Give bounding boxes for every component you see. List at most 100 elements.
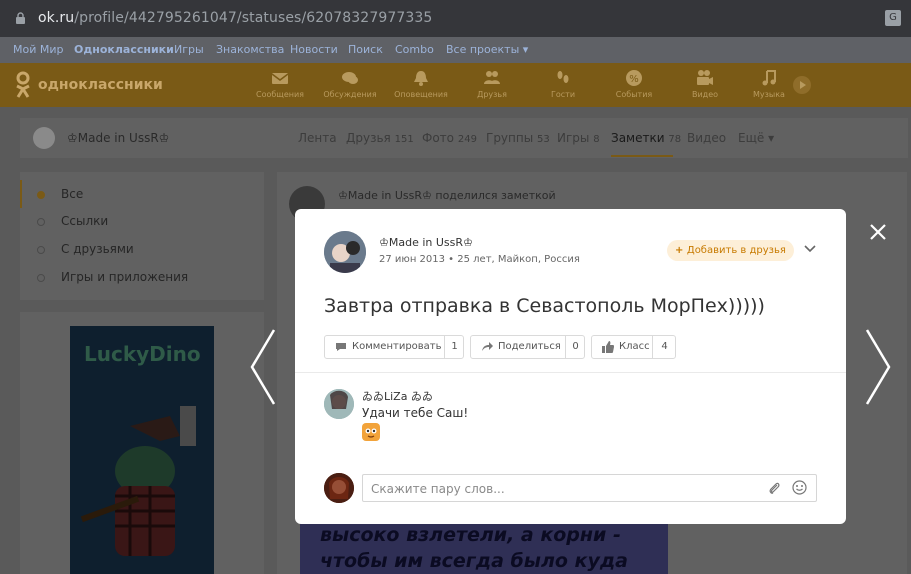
note-text: Завтра отправка в Севастополь МорПех))))…	[324, 295, 765, 317]
toolbar-label: Друзья	[477, 90, 507, 99]
toolbar-label: Видео	[691, 90, 719, 99]
filter-links[interactable]: Ссылки	[37, 214, 108, 228]
radio-dot-icon	[37, 245, 45, 254]
chat-icon	[342, 72, 358, 84]
thumbs-up-icon	[602, 341, 614, 353]
translate-icon[interactable]: G	[885, 10, 901, 26]
portal-link[interactable]: Мой Мир	[13, 43, 64, 56]
portal-link[interactable]: Поиск	[348, 43, 383, 56]
close-icon[interactable]	[868, 222, 888, 242]
active-tab-indicator	[611, 155, 673, 157]
avatar-photo-icon	[324, 473, 354, 503]
profile-name[interactable]: ♔Made in UssR♔	[67, 131, 169, 145]
radio-dot-icon	[37, 273, 45, 282]
tab-video[interactable]: Видео	[687, 131, 726, 145]
filter-all[interactable]: Все	[37, 187, 83, 201]
bell-icon	[414, 71, 428, 86]
share-icon	[482, 342, 493, 351]
portal-nav: Мой Мир Одноклассники Игры Знакомства Но…	[0, 37, 911, 63]
svg-text:%: %	[629, 74, 639, 85]
paperclip-icon[interactable]	[768, 481, 780, 495]
comment-input-box[interactable]	[362, 474, 817, 502]
next-arrow-icon[interactable]	[863, 328, 893, 406]
toolbar-label: Музыка	[753, 90, 785, 99]
author-avatar[interactable]	[324, 231, 366, 273]
tab-notes[interactable]: Заметки 78	[611, 131, 681, 145]
toolbar-label: Оповещения	[394, 90, 448, 99]
previous-arrow-icon[interactable]	[248, 328, 278, 406]
footprints-icon	[557, 71, 569, 83]
commenter-name[interactable]: ゐゐLiZa ゐゐ	[362, 388, 433, 404]
video-camera-icon	[697, 70, 713, 85]
toolbar-messages[interactable]: Сообщения	[250, 69, 310, 99]
envelope-icon	[271, 73, 289, 84]
tab-friends[interactable]: Друзья 151	[346, 131, 414, 145]
active-filter-indicator	[20, 180, 22, 208]
filter-games-apps[interactable]: Игры и приложения	[37, 270, 188, 284]
portal-link[interactable]: Новости	[290, 43, 338, 56]
note-modal: ♔Made in UssR♔ 27 июн 2013 • 25 лет, Май…	[295, 209, 846, 524]
plus-icon: +	[675, 245, 687, 256]
toolbar-guests[interactable]: Гости	[533, 69, 593, 99]
profile-avatar[interactable]	[33, 127, 55, 149]
toolbar-music[interactable]: Музыка	[739, 69, 799, 99]
ad-banner[interactable]: LuckyDino	[70, 326, 214, 574]
post-meta: 27 июн 2013 • 25 лет, Майкоп, Россия	[379, 254, 580, 265]
filter-with-friends[interactable]: С друзьями	[37, 242, 134, 256]
events-icon: %	[626, 70, 642, 86]
toolbar-events[interactable]: % События	[604, 69, 664, 99]
commenter-avatar[interactable]	[324, 389, 354, 419]
feed-image-line: высоко взлетели, а корни -	[320, 524, 621, 546]
current-user-avatar[interactable]	[324, 473, 354, 503]
feed-note-image[interactable]: высоко взлетели, а корни - чтобы им всег…	[300, 518, 668, 574]
radio-dot-icon	[37, 217, 45, 226]
portal-link[interactable]: Одноклассники	[74, 43, 174, 56]
share-button[interactable]: Поделиться 0	[470, 335, 585, 359]
toolbar-label: Обсуждения	[323, 90, 377, 99]
comment-text: Удачи тебе Саш!	[362, 406, 469, 420]
comment-icon	[336, 343, 346, 351]
site-logo-text[interactable]: одноклассники	[38, 77, 163, 93]
comment-input[interactable]	[369, 478, 763, 500]
dino-illustration-icon	[80, 406, 196, 556]
play-icon[interactable]	[792, 75, 812, 95]
toolbar-discussions[interactable]: Обсуждения	[320, 69, 380, 99]
tab-photos[interactable]: Фото 249	[422, 131, 477, 145]
toolbar-notifications[interactable]: Оповещения	[391, 69, 451, 99]
tab-feed[interactable]: Лента	[298, 131, 337, 145]
portal-link[interactable]: Знакомства	[216, 43, 284, 56]
feed-post-header: ♔Made in UssR♔ поделился заметкой	[338, 189, 556, 202]
author-name[interactable]: ♔Made in UssR♔	[379, 236, 473, 249]
radio-dot-icon	[37, 190, 45, 199]
feed-image-line: чтобы им всегда было куда	[320, 550, 628, 572]
browser-address-bar: ok.ru/profile/442795261047/statuses/6207…	[0, 0, 911, 37]
portal-link[interactable]: Все проекты ▾	[446, 43, 528, 56]
tab-more[interactable]: Ещё ▾	[738, 131, 774, 145]
chevron-down-icon[interactable]	[804, 245, 816, 253]
ad-title: LuckyDino	[84, 342, 201, 366]
avatar-photo-icon	[324, 389, 354, 419]
emoji-smiley-icon	[362, 423, 380, 441]
toolbar-label: Гости	[550, 90, 576, 99]
avatar-photo-icon	[324, 231, 366, 273]
like-button[interactable]: Класс 4	[591, 335, 676, 359]
share-count: 0	[565, 336, 585, 358]
toolbar-label: События	[615, 90, 653, 99]
divider	[295, 372, 846, 373]
music-note-icon	[762, 70, 776, 86]
like-count: 4	[652, 336, 676, 358]
toolbar-friends[interactable]: Друзья	[462, 69, 522, 99]
tab-games[interactable]: Игры 8	[557, 131, 600, 145]
lock-icon	[16, 12, 25, 24]
smiley-icon[interactable]	[792, 480, 807, 495]
portal-link[interactable]: Игры	[174, 43, 204, 56]
toolbar-video[interactable]: Видео	[675, 69, 735, 99]
portal-link[interactable]: Combo	[395, 43, 434, 56]
add-friend-button[interactable]: + Добавить в друзья	[667, 240, 794, 261]
url-text[interactable]: ok.ru/profile/442795261047/statuses/6207…	[38, 10, 432, 26]
ok-logo-icon[interactable]	[14, 70, 32, 100]
tab-groups[interactable]: Группы 53	[486, 131, 550, 145]
comment-count: 1	[444, 336, 464, 358]
comment-button[interactable]: Комментировать 1	[324, 335, 464, 359]
friends-icon	[484, 71, 500, 84]
